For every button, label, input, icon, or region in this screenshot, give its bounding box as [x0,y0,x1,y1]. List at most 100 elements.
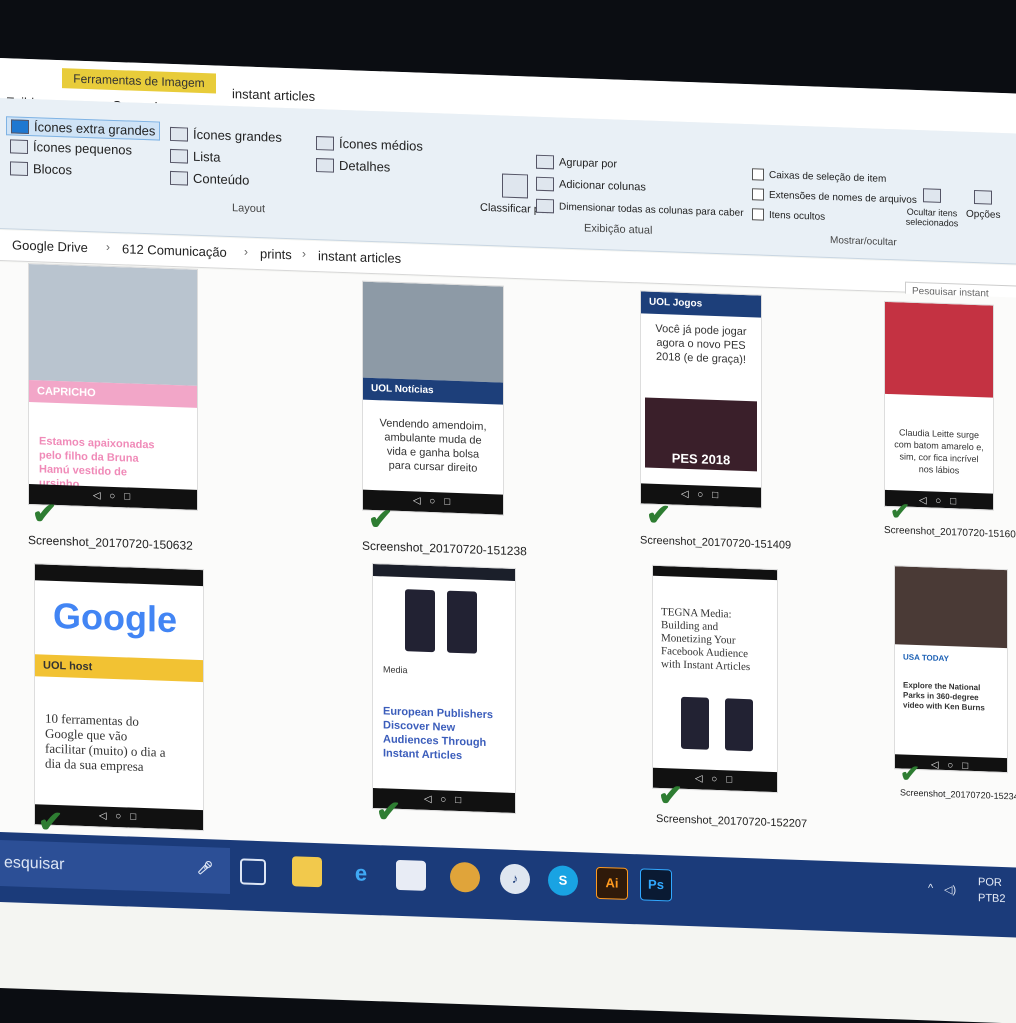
video-preview: PES 2018 [645,397,757,472]
add-columns-icon [536,176,554,192]
tray-chevron-icon[interactable]: ^ [928,882,933,894]
phone-image [405,589,435,653]
file-extensions-toggle[interactable]: Extensões de nomes de arquivos [752,188,917,206]
file-name[interactable]: Screenshot_20170720-150632 [28,533,193,553]
file-explorer-icon[interactable] [292,856,322,888]
breadcrumb-separator-icon: › [302,246,306,261]
phone-image [681,696,709,750]
file-grid: CAPRICHO Estamos apaixonadas pelo filho d… [0,262,1016,868]
icons-xlarge-option[interactable]: Ícones extra grandes [6,116,161,141]
hide-selected-button[interactable]: Ocultar itens selecionados [904,188,960,229]
file-thumbnail[interactable]: USA TODAY Explore the National Parks in 3… [894,565,1008,774]
context-tab-header: Ferramentas de Imagem [62,68,216,94]
details-label: Detalhes [339,157,391,175]
file-thumbnail[interactable]: TEGNA Media: Building and Monetizing Your F… [652,564,778,794]
breadcrumb-google-drive[interactable]: Google Drive [12,237,88,255]
breadcrumb-instant-articles[interactable]: instant articles [318,248,401,266]
file-thumbnail[interactable]: UOL Notícias Vendendo amendoim, ambulante… [362,280,504,516]
icons-large-option[interactable]: Ícones grandes [170,126,282,145]
blocks-label: Blocos [33,161,73,178]
tab-instant-articles[interactable]: instant articles [232,86,315,104]
add-columns-label: Adicionar colunas [559,178,646,194]
icons-medium-option[interactable]: Ícones médios [316,135,423,154]
hidden-items-toggle[interactable]: Itens ocultos [752,208,825,223]
desktop-screen: Exibir Ferramentas de Imagem Gerenciar i… [0,58,1016,1023]
blocks-option[interactable]: Blocos [10,160,73,178]
file-thumbnail[interactable]: UOL Jogos Você já pode jogar agora o novo… [640,290,762,509]
file-thumbnail[interactable]: Claudia Leitte surge com batom amarelo e,… [884,300,994,511]
brand-label: Media [383,664,408,676]
sync-check-icon: ✔ [900,760,921,789]
icons-large-icon [170,126,188,142]
icons-xlarge-icon [11,118,29,134]
options-icon [974,190,993,205]
article-title: Vendendo amendoim, ambulante muda de vida … [379,417,487,475]
article-title: Claudia Leitte surge com batom amarelo e,… [894,427,984,476]
group-by-button[interactable]: Agrupar por [536,154,617,172]
breadcrumb-prints[interactable]: prints [260,246,292,262]
add-columns-button[interactable]: Adicionar colunas [536,176,646,195]
article-title: 10 ferramentas do Google que vão facilitar… [45,710,166,775]
file-extensions-label: Extensões de nomes de arquivos [769,189,917,206]
hidden-items-checkbox[interactable] [752,208,764,221]
icons-xlarge-label: Ícones extra grandes [34,119,156,139]
brand-label: USA TODAY [903,652,949,664]
article-title: Você já pode jogar agora o novo PES 2018 (… [655,322,747,367]
phone-image [447,590,477,654]
photo-image [363,281,503,383]
breadcrumb-separator-icon: › [244,244,248,259]
store-icon[interactable] [396,859,426,891]
sync-check-icon: ✔ [890,498,911,526]
sort-icon [501,173,528,199]
item-checkboxes-checkbox[interactable] [752,168,764,181]
options-button[interactable]: Opções [966,190,1000,221]
chrome-icon[interactable] [450,861,480,893]
article-title: TEGNA Media: Building and Monetizing Your F… [661,606,751,674]
file-thumbnail[interactable]: Media European Publishers Discover New Aud… [372,562,516,815]
size-columns-label: Dimensionar todas as colunas para caber [559,201,744,219]
file-name[interactable]: Screenshot_20170720-151409 [640,534,791,551]
file-name[interactable]: Screenshot_20170720-152207 [656,813,807,830]
keyboard-layout[interactable]: PTB2 [978,892,1006,905]
file-thumbnail[interactable]: CAPRICHO Estamos apaixonadas pelo filho d… [28,262,198,511]
volume-icon[interactable]: ◁) [944,883,956,896]
details-option[interactable]: Detalhes [316,157,390,175]
item-checkboxes-label: Caixas de seleção de item [769,169,887,185]
phone-image [725,698,753,752]
hidden-items-label: Itens ocultos [769,209,826,223]
icons-medium-icon [316,135,334,151]
illustrator-icon[interactable]: Ai [596,866,628,900]
brand-bar: UOL host [35,654,203,683]
file-name[interactable]: Screenshot_20170720-151600 [884,525,1016,541]
photoshop-icon[interactable]: Ps [640,868,672,902]
brand-bar: UOL Jogos [641,291,761,318]
icons-large-label: Ícones grandes [193,126,282,145]
sync-check-icon: ✔ [658,778,684,813]
current-view-group-label: Exibição atual [584,222,653,237]
language-code[interactable]: POR [978,876,1002,889]
edge-icon[interactable]: e [346,858,376,889]
microphone-icon[interactable]: 🎤︎ [190,853,220,884]
list-option[interactable]: Lista [170,148,220,165]
sync-check-icon: ✔ [646,498,672,533]
layout-group-label: Layout [232,202,266,216]
size-columns-button[interactable]: Dimensionar todas as colunas para caber [536,198,744,220]
brand-bar: UOL Notícias [363,377,503,405]
sync-check-icon: ✔ [32,497,58,531]
skype-icon[interactable]: S [548,865,578,897]
itunes-icon[interactable]: ♪ [500,863,530,895]
icons-small-option[interactable]: Ícones pequenos [10,138,132,158]
show-hide-group-label: Mostrar/ocultar [830,234,897,249]
file-extensions-checkbox[interactable] [752,188,764,201]
blocks-icon [10,160,28,176]
article-title: Explore the National Parks in 360-degree v… [903,680,985,713]
item-checkboxes-toggle[interactable]: Caixas de seleção de item [752,168,886,185]
sync-check-icon: ✔ [376,795,402,830]
list-icon [170,148,188,164]
file-thumbnail[interactable]: Google UOL host 10 ferramentas do Google … [34,563,204,832]
task-view-icon[interactable] [240,858,266,886]
file-name[interactable]: Screenshot_20170720-152345 [900,787,1016,801]
file-name[interactable]: Screenshot_20170720-151238 [362,539,527,559]
content-option[interactable]: Conteúdo [170,170,249,188]
breadcrumb-612[interactable]: 612 Comunicação [122,241,227,260]
